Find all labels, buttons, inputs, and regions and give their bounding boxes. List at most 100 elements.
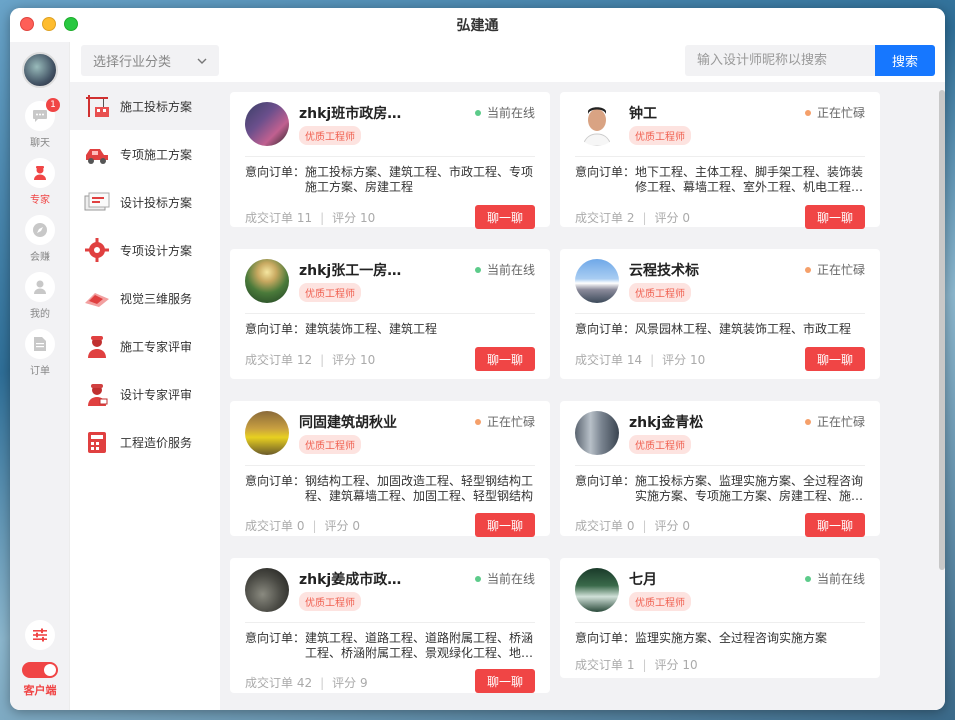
category-item[interactable]: 施工投标方案 [70,82,220,130]
divider [245,622,535,623]
engineer-card[interactable]: 七月 优质工程师 当前在线 意向订单： 监理实施方案、全过程咨询实施方案 成交订单… [560,558,880,678]
engineer-avatar [575,568,619,612]
chat-button[interactable]: 聊一聊 [805,347,865,371]
intent-orders: 意向订单： 地下工程、主体工程、脚手架工程、装饰装修工程、幕墙工程、室外工程、机电… [575,165,864,194]
category-label: 工程造价服务 [120,435,193,450]
scrollbar[interactable] [939,90,945,570]
status-dot [474,575,481,582]
engineer-name: 云程技术标 [629,263,699,279]
chat-button[interactable]: 聊一聊 [475,513,535,537]
order-icon [25,329,55,359]
engineer-avatar [245,102,289,146]
busy-status: 正在忙碌 [804,413,865,430]
rail-item-mine[interactable]: 我的 [10,267,70,324]
close-window-button[interactable] [20,17,34,31]
divider [575,313,865,314]
engineer-name: zhkj姜成市政房... [299,572,409,588]
status-dot [804,109,811,116]
rail-item-label: 会赚 [30,252,50,263]
intent-orders: 意向订单： 监理实施方案、全过程咨询实施方案 [575,631,828,645]
status-dot [804,575,811,582]
deal-stats: 成交订单 14 | 评分 10 [575,353,706,367]
client-mode-toggle[interactable] [22,662,58,678]
engineer-card[interactable]: 钟工 优质工程师 正在忙碌 意向订单： 地下工程、主体工程、脚手架工程、装饰装修工… [560,92,880,229]
user-icon [25,272,55,302]
rail-item-earn[interactable]: 会赚 [10,210,70,267]
online-status: 当前在线 [804,570,865,587]
quality-tag: 优质工程师 [629,283,691,302]
rail-bottom: 客户端 [10,620,70,698]
designer-search-input[interactable] [685,45,876,76]
minimize-window-button[interactable] [42,17,56,31]
industry-select[interactable]: 选择行业分类 [81,45,219,76]
deal-stats: 成交订单 2 | 评分 0 [575,211,691,225]
filter-settings-button[interactable] [25,620,55,650]
deal-stats: 成交订单 12 | 评分 10 [245,353,376,367]
deal-stats: 成交订单 1 | 评分 10 [575,658,698,672]
my-avatar[interactable] [21,52,58,88]
chat-button[interactable]: 聊一聊 [805,513,865,537]
intent-orders: 意向订单： 施工投标方案、监理实施方案、全过程咨询实施方案、专项施工方案、房建工程… [575,474,864,503]
status-dot [474,266,481,273]
calculator-icon [82,427,112,457]
engineer-card[interactable]: zhkj班市政房建标 优质工程师 当前在线 意向订单： 施工投标方案、建筑工程、市… [230,92,550,229]
category-item[interactable]: 施工专家评审 [70,322,220,370]
engineer-avatar [575,411,619,455]
intent-orders: 意向订单： 建筑装饰工程、建筑工程 [245,322,438,336]
intent-orders: 意向订单： 风景园林工程、建筑装饰工程、市政工程 [575,322,852,336]
intent-orders: 意向订单： 施工投标方案、建筑工程、市政工程、专项施工方案、房建工程 [245,165,534,194]
category-item[interactable]: 视觉三维服务 [70,274,220,322]
maximize-window-button[interactable] [64,17,78,31]
client-mode-label: 客户端 [23,684,57,697]
online-status: 当前在线 [474,570,535,587]
worker-icon [82,331,112,361]
engineer-avatar [575,259,619,303]
category-item[interactable]: 设计投标方案 [70,178,220,226]
chat-button[interactable]: 聊一聊 [805,205,865,229]
rail-item-orders[interactable]: 订单 [10,324,70,381]
engineer-card[interactable]: 云程技术标 优质工程师 正在忙碌 意向订单： 风景园林工程、建筑装饰工程、市政工程… [560,249,880,379]
crane-icon [82,91,112,121]
category-label: 施工专家评审 [120,339,193,354]
engineer-card[interactable]: zhkj张工一房建... 优质工程师 当前在线 意向订单： 建筑装饰工程、建筑工程… [230,249,550,379]
quality-tag: 优质工程师 [299,592,361,611]
engineer-avatar [575,102,619,146]
category-label: 专项施工方案 [120,147,193,162]
expert-icon [25,158,55,188]
deal-stats: 成交订单 0 | 评分 0 [245,519,361,533]
industry-select-label: 选择行业分类 [93,55,172,70]
category-list: 施工投标方案 专项施工方案 设计投标方案 专项设计方案 视觉三维服务 施工专家评… [70,82,220,710]
intent-orders: 意向订单： 建筑工程、道路工程、道路附属工程、桥涵工程、桥涵附属工程、景观绿化工程… [245,631,534,660]
online-status: 当前在线 [474,104,535,121]
category-item[interactable]: 工程造价服务 [70,418,220,466]
rail-item-chat[interactable]: 1 聊天 [10,96,70,153]
chat-button[interactable]: 聊一聊 [475,347,535,371]
rail-item-label: 我的 [30,309,50,320]
chat-button[interactable]: 聊一聊 [475,205,535,229]
engineer-card[interactable]: zhkj金青松 优质工程师 正在忙碌 意向订单： 施工投标方案、监理实施方案、全过… [560,401,880,537]
category-item[interactable]: 专项施工方案 [70,130,220,178]
designer-icon [82,379,112,409]
engineer-name: 钟工 [629,106,657,122]
engineer-card[interactable]: zhkj姜成市政房... 优质工程师 当前在线 意向订单： 建筑工程、道路工程、道… [230,558,550,693]
divider [575,622,865,623]
category-item[interactable]: 专项设计方案 [70,226,220,274]
status-dot [474,109,481,116]
chevron-down-icon [197,58,207,64]
engineer-avatar [245,259,289,303]
engineer-name: 七月 [629,572,657,588]
rail-item-label: 专家 [30,195,50,206]
busy-status: 正在忙碌 [804,104,865,121]
busy-status: 正在忙碌 [804,261,865,278]
online-status: 当前在线 [474,261,535,278]
chat-button[interactable]: 聊一聊 [475,669,535,693]
engineer-card[interactable]: 同固建筑胡秋业 优质工程师 正在忙碌 意向订单： 钢结构工程、加固改造工程、轻型钢… [230,401,550,537]
category-label: 专项设计方案 [120,243,193,258]
search-button[interactable]: 搜索 [875,45,935,76]
divider [575,465,865,466]
3d-icon [82,283,112,313]
engineer-name: 同固建筑胡秋业 [299,415,397,431]
rail-item-expert[interactable]: 专家 [10,153,70,210]
category-item[interactable]: 设计专家评审 [70,370,220,418]
intent-orders: 意向订单： 钢结构工程、加固改造工程、轻型钢结构工程、建筑幕墙工程、加固工程、轻型… [245,474,534,503]
